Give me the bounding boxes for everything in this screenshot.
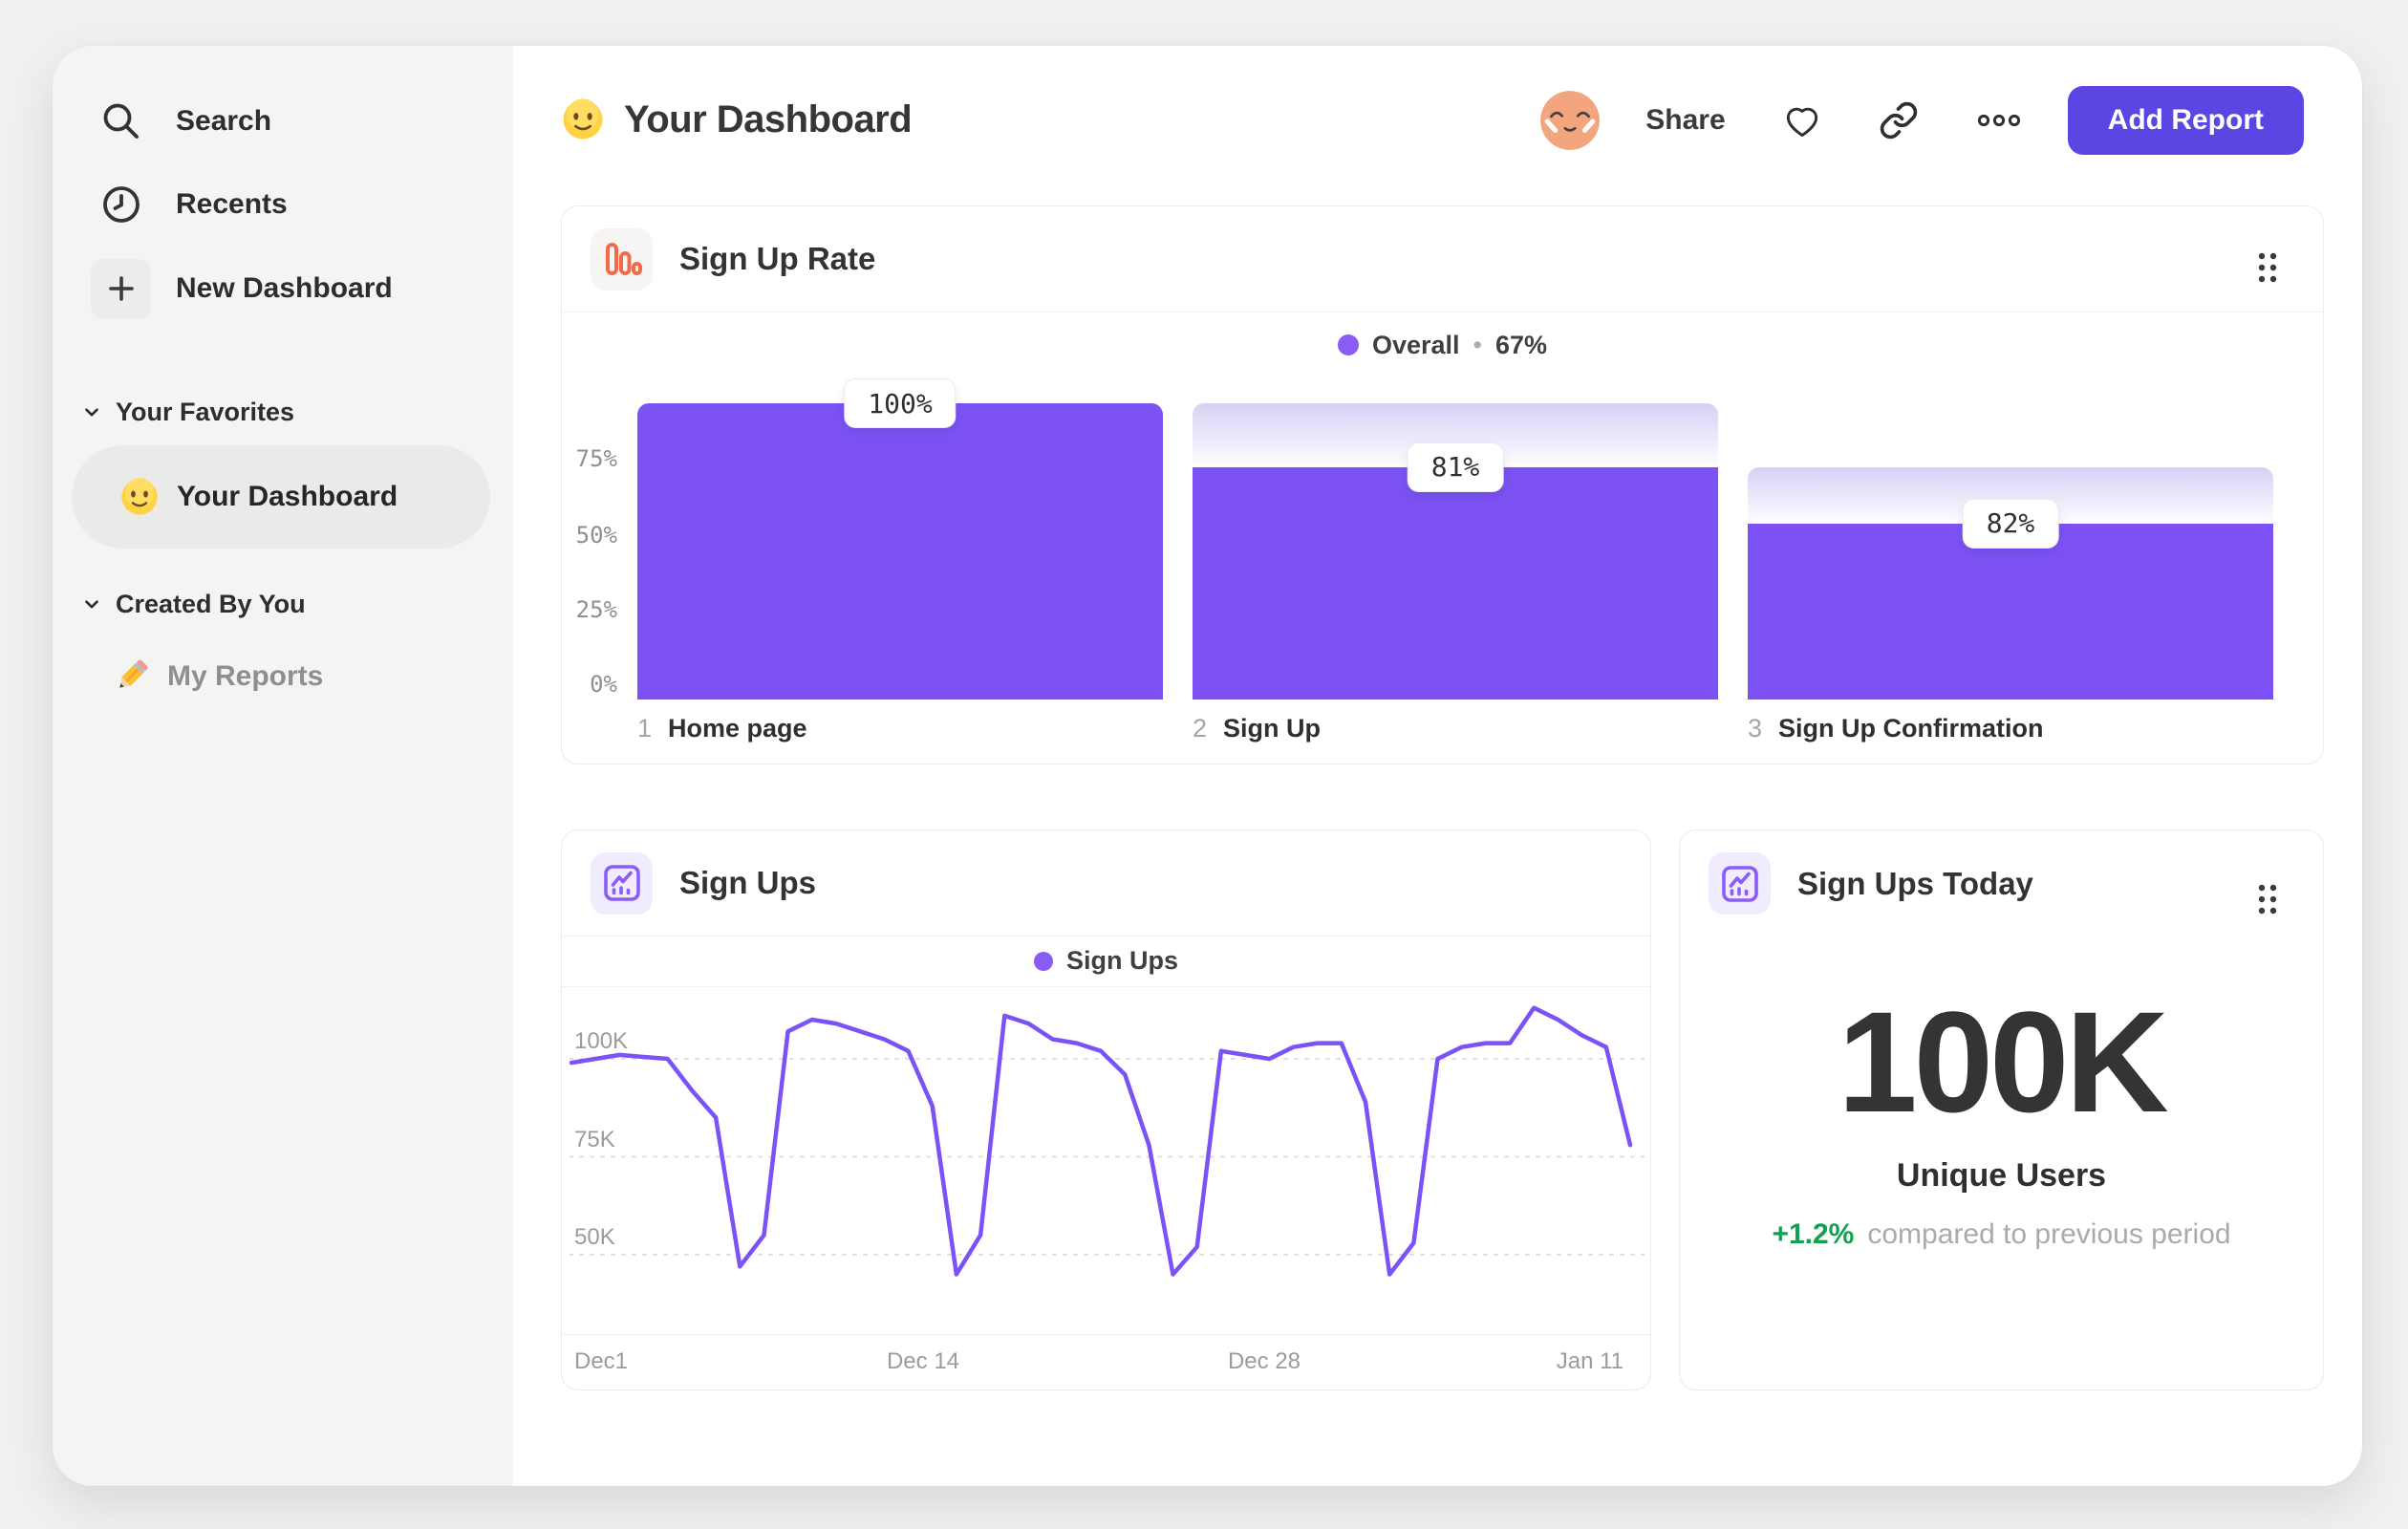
change-note: compared to previous period <box>1867 1218 2231 1250</box>
funnel-bar-home-page: 100% <box>637 378 1163 700</box>
share-button[interactable]: Share <box>1645 104 1725 137</box>
sidebar-item-label: Recents <box>176 188 288 220</box>
sidebar-item-label: New Dashboard <box>176 272 393 304</box>
step-index: 2 <box>1193 714 1208 743</box>
sign-ups-today-card: Sign Ups Today 100K Unique Users +1.2% c… <box>1679 829 2324 1390</box>
card-header: Sign Ups Today <box>1680 830 2323 937</box>
metric-change: +1.2% compared to previous period <box>1680 1218 2323 1251</box>
search-icon <box>91 92 151 152</box>
x-axis-tick: Jan 11 <box>1556 1348 1623 1374</box>
funnel-bar-solid <box>637 403 1163 700</box>
x-axis-rule <box>562 1334 1650 1335</box>
pencil-emoji <box>115 658 149 693</box>
y-axis-tick: 50% <box>575 522 617 549</box>
y-axis-tick: 0% <box>590 671 617 698</box>
funnel-step-label: 1 Home page <box>637 714 807 743</box>
link-icon[interactable] <box>1879 100 1919 140</box>
sign-ups-card: Sign Ups Sign Ups 100K 75K 50K Dec1 Dec … <box>561 829 1651 1390</box>
change-percent: +1.2% <box>1772 1218 1855 1250</box>
page-title-text: Your Dashboard <box>624 97 913 140</box>
more-options-icon[interactable] <box>1974 99 2024 141</box>
legend-value: 67% <box>1494 330 1548 359</box>
sidebar-item-search[interactable]: Search <box>53 81 513 162</box>
line-chart-icon <box>1709 852 1771 915</box>
funnel-legend: Overall • 67% <box>562 329 2323 361</box>
heart-icon[interactable] <box>1781 99 1823 141</box>
sidebar-item-label: Your Dashboard <box>177 481 398 512</box>
sidebar-section-your-favorites[interactable]: Your Favorites <box>81 393 294 431</box>
funnel-bar-solid <box>1193 466 1718 700</box>
line-chart-icon <box>591 851 653 915</box>
smiley-emoji <box>120 477 159 516</box>
y-axis-tick: 25% <box>575 596 617 623</box>
sidebar-item-label: My Reports <box>167 660 324 692</box>
sidebar-item-new-dashboard[interactable]: New Dashboard <box>53 248 513 329</box>
card-header: Sign Ups <box>562 830 1650 937</box>
funnel-bar-sign-up-confirmation: 82% <box>1748 403 2273 700</box>
step-name: Home page <box>668 714 807 743</box>
clock-icon <box>91 175 151 235</box>
sign-up-rate-card: Sign Up Rate Overall • 67% 75% 50% 25% 0… <box>561 205 2324 764</box>
step-index: 1 <box>637 714 653 743</box>
legend-separator: • <box>1473 330 1482 359</box>
app-window: Search Recents New Dashboard Your Favori… <box>53 46 2362 1486</box>
x-axis-tick: Dec 14 <box>886 1348 960 1374</box>
metric-value: 100K <box>1838 981 2169 1142</box>
sidebar-item-your-dashboard-selected[interactable]: Your Dashboard <box>72 445 490 549</box>
step-name: Sign Up Confirmation <box>1778 714 2044 743</box>
chevron-down-icon <box>81 593 102 614</box>
smiley-emoji <box>562 97 604 140</box>
x-axis-tick: Dec1 <box>574 1348 629 1374</box>
line-legend: Sign Ups <box>562 936 1650 987</box>
sidebar-item-my-reports[interactable]: My Reports <box>110 638 323 715</box>
x-axis-tick: Dec 28 <box>1227 1348 1301 1374</box>
legend-dot <box>1337 334 1359 355</box>
funnel-bar-sign-up: 81% <box>1193 403 1718 700</box>
bar-chart-icon <box>591 227 653 291</box>
section-title: Your Favorites <box>116 397 295 426</box>
y-axis-tick: 75% <box>575 445 617 472</box>
sidebar-item-recents[interactable]: Recents <box>53 164 513 245</box>
funnel-value-label: 82% <box>1962 498 2059 549</box>
step-index: 3 <box>1748 714 1763 743</box>
funnel-step-label: 3 Sign Up Confirmation <box>1748 714 2044 743</box>
avatar[interactable] <box>1540 91 1601 150</box>
funnel-step-label: 2 Sign Up <box>1193 714 1321 743</box>
page-title: Your Dashboard <box>561 93 913 146</box>
drag-handle-icon[interactable] <box>2248 247 2287 289</box>
funnel-value-label: 81% <box>1407 441 1504 492</box>
card-title: Sign Up Rate <box>679 241 876 276</box>
header-controls: Share Add Report <box>1540 84 2304 157</box>
card-header: Sign Up Rate <box>562 206 2323 312</box>
sidebar-item-label: Search <box>176 105 272 137</box>
plus-icon <box>91 258 151 319</box>
chevron-down-icon <box>81 401 102 422</box>
legend-dot <box>1033 951 1053 971</box>
sidebar-section-created-by-you[interactable]: Created By You <box>81 585 306 623</box>
legend-label: Sign Ups <box>1065 946 1178 975</box>
step-name: Sign Up <box>1223 714 1322 743</box>
drag-handle-icon[interactable] <box>2248 878 2287 920</box>
metric-label: Unique Users <box>1896 1157 2107 1194</box>
sign-ups-line-chart <box>570 1005 1645 1277</box>
section-title: Created By You <box>116 589 306 618</box>
add-report-button[interactable]: Add Report <box>2067 86 2304 155</box>
card-title: Sign Ups Today <box>1797 865 2033 901</box>
legend-label: Overall <box>1371 330 1460 359</box>
funnel-value-label: 100% <box>844 378 957 428</box>
funnel-bar-solid <box>1748 523 2273 700</box>
sidebar: Search Recents New Dashboard Your Favori… <box>53 46 513 1486</box>
card-title: Sign Ups <box>679 865 817 900</box>
